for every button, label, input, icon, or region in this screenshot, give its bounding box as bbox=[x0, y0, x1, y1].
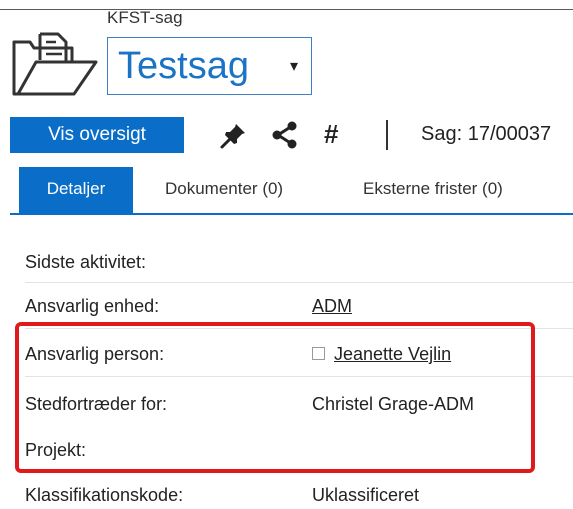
field-value: Christel Grage-ADM bbox=[312, 394, 475, 414]
case-number: Sag: 17/00037 bbox=[421, 123, 552, 145]
field-label: Sidste aktivitet: bbox=[25, 252, 147, 272]
person-checkbox-icon[interactable] bbox=[312, 347, 325, 360]
row-divider bbox=[25, 282, 573, 283]
field-label: Klassifikationskode: bbox=[25, 485, 184, 505]
tab-bar: Detaljer Dokumenter (0) Eksterne frister… bbox=[0, 167, 573, 215]
chevron-down-icon: ▾ bbox=[290, 58, 299, 75]
field-label: Ansvarlig enhed: bbox=[25, 296, 160, 316]
ansvarlig-person-link[interactable]: Jeanette Vejlin bbox=[334, 344, 451, 365]
field-value: Uklassificeret bbox=[312, 485, 420, 505]
case-title-dropdown[interactable]: Testsag ▾ bbox=[107, 37, 312, 95]
toolbar-divider bbox=[386, 120, 388, 150]
field-label: Projekt: bbox=[25, 440, 87, 460]
tab-detaljer[interactable]: Detaljer bbox=[19, 167, 133, 213]
row-divider bbox=[25, 376, 573, 377]
top-divider bbox=[0, 9, 573, 10]
tab-underline bbox=[10, 213, 573, 215]
ansvarlig-enhed-link[interactable]: ADM bbox=[312, 296, 352, 317]
pin-icon[interactable] bbox=[219, 120, 249, 150]
field-label: Stedfortræder for: bbox=[25, 394, 168, 414]
field-label: Ansvarlig person: bbox=[25, 344, 165, 364]
share-icon[interactable] bbox=[270, 120, 300, 150]
vis-oversigt-button[interactable]: Vis oversigt bbox=[10, 117, 184, 153]
open-folder-document-icon bbox=[12, 32, 98, 96]
row-divider bbox=[25, 328, 573, 329]
tab-eksterne-frister[interactable]: Eksterne frister (0) bbox=[363, 167, 503, 213]
tab-dokumenter[interactable]: Dokumenter (0) bbox=[165, 167, 283, 213]
case-type-label: KFST-sag bbox=[107, 8, 183, 27]
case-title: Testsag bbox=[118, 45, 249, 87]
hash-icon[interactable]: # bbox=[324, 118, 338, 150]
